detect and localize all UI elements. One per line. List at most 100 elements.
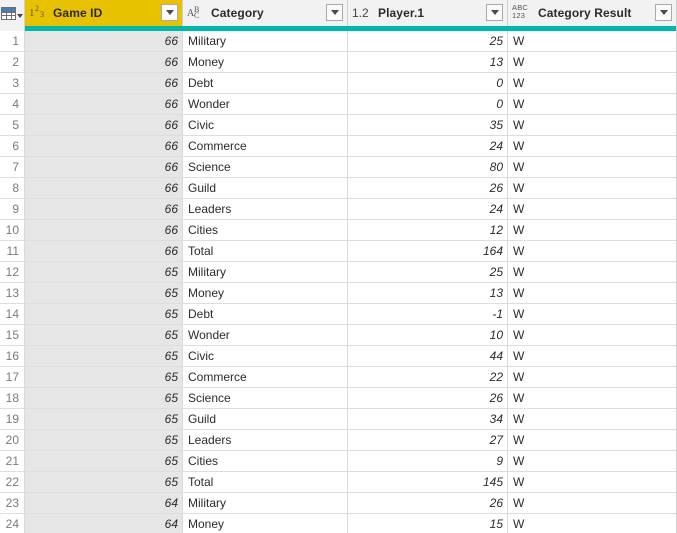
cell-player-1[interactable]: 0 xyxy=(348,94,508,114)
cell-player-1[interactable]: 12 xyxy=(348,220,508,240)
cell-category-result[interactable]: W xyxy=(508,367,676,387)
table-row[interactable]: 15 65 Wonder 10 W xyxy=(0,325,676,346)
cell-game-id[interactable]: 64 xyxy=(25,493,183,513)
cell-game-id[interactable]: 66 xyxy=(25,241,183,261)
cell-player-1[interactable]: 25 xyxy=(348,262,508,282)
table-row[interactable]: 6 66 Commerce 24 W xyxy=(0,136,676,157)
cell-category-result[interactable]: W xyxy=(508,31,676,51)
cell-game-id[interactable]: 66 xyxy=(25,157,183,177)
cell-category-result[interactable]: W xyxy=(508,220,676,240)
cell-category[interactable]: Science xyxy=(183,157,348,177)
cell-player-1[interactable]: 80 xyxy=(348,157,508,177)
cell-category[interactable]: Money xyxy=(183,52,348,72)
table-row[interactable]: 24 64 Money 15 W xyxy=(0,514,676,533)
cell-player-1[interactable]: 13 xyxy=(348,283,508,303)
cell-player-1[interactable]: 10 xyxy=(348,325,508,345)
table-row[interactable]: 3 66 Debt 0 W xyxy=(0,73,676,94)
cell-category-result[interactable]: W xyxy=(508,73,676,93)
cell-category[interactable]: Cities xyxy=(183,451,348,471)
cell-category[interactable]: Guild xyxy=(183,409,348,429)
filter-dropdown-category[interactable] xyxy=(326,4,343,21)
cell-category-result[interactable]: W xyxy=(508,178,676,198)
cell-category-result[interactable]: W xyxy=(508,52,676,72)
cell-game-id[interactable]: 66 xyxy=(25,31,183,51)
cell-category[interactable]: Money xyxy=(183,514,348,533)
cell-category[interactable]: Wonder xyxy=(183,325,348,345)
cell-category-result[interactable]: W xyxy=(508,199,676,219)
cell-player-1[interactable]: 24 xyxy=(348,199,508,219)
cell-player-1[interactable]: 27 xyxy=(348,430,508,450)
cell-player-1[interactable]: 25 xyxy=(348,31,508,51)
cell-category[interactable]: Commerce xyxy=(183,367,348,387)
table-row[interactable]: 23 64 Military 26 W xyxy=(0,493,676,514)
cell-game-id[interactable]: 65 xyxy=(25,451,183,471)
cell-category-result[interactable]: W xyxy=(508,136,676,156)
table-row[interactable]: 19 65 Guild 34 W xyxy=(0,409,676,430)
cell-game-id[interactable]: 66 xyxy=(25,199,183,219)
cell-player-1[interactable]: 26 xyxy=(348,388,508,408)
cell-player-1[interactable]: 26 xyxy=(348,493,508,513)
cell-category[interactable]: Guild xyxy=(183,178,348,198)
table-row[interactable]: 18 65 Science 26 W xyxy=(0,388,676,409)
table-row[interactable]: 5 66 Civic 35 W xyxy=(0,115,676,136)
table-row[interactable]: 20 65 Leaders 27 W xyxy=(0,430,676,451)
cell-player-1[interactable]: 34 xyxy=(348,409,508,429)
cell-category[interactable]: Military xyxy=(183,31,348,51)
column-header-category-result[interactable]: ABC 123 Category Result xyxy=(508,0,676,26)
cell-game-id[interactable]: 66 xyxy=(25,52,183,72)
table-row[interactable]: 16 65 Civic 44 W xyxy=(0,346,676,367)
cell-game-id[interactable]: 65 xyxy=(25,472,183,492)
cell-game-id[interactable]: 65 xyxy=(25,409,183,429)
table-row[interactable]: 12 65 Military 25 W xyxy=(0,262,676,283)
cell-player-1[interactable]: 9 xyxy=(348,451,508,471)
table-row[interactable]: 4 66 Wonder 0 W xyxy=(0,94,676,115)
cell-game-id[interactable]: 65 xyxy=(25,304,183,324)
cell-player-1[interactable]: 22 xyxy=(348,367,508,387)
cell-category-result[interactable]: W xyxy=(508,94,676,114)
cell-player-1[interactable]: 15 xyxy=(348,514,508,533)
cell-category[interactable]: Military xyxy=(183,262,348,282)
cell-game-id[interactable]: 65 xyxy=(25,325,183,345)
cell-category[interactable]: Leaders xyxy=(183,199,348,219)
grid-corner-button[interactable] xyxy=(0,0,25,26)
filter-dropdown-player-1[interactable] xyxy=(486,4,503,21)
cell-category-result[interactable]: W xyxy=(508,430,676,450)
cell-player-1[interactable]: 145 xyxy=(348,472,508,492)
cell-category-result[interactable]: W xyxy=(508,157,676,177)
filter-dropdown-category-result[interactable] xyxy=(655,4,672,21)
cell-category-result[interactable]: W xyxy=(508,451,676,471)
cell-game-id[interactable]: 65 xyxy=(25,367,183,387)
cell-game-id[interactable]: 65 xyxy=(25,388,183,408)
cell-game-id[interactable]: 64 xyxy=(25,514,183,533)
cell-player-1[interactable]: 13 xyxy=(348,52,508,72)
cell-category[interactable]: Total xyxy=(183,472,348,492)
table-row[interactable]: 21 65 Cities 9 W xyxy=(0,451,676,472)
table-row[interactable]: 17 65 Commerce 22 W xyxy=(0,367,676,388)
table-row[interactable]: 14 65 Debt -1 W xyxy=(0,304,676,325)
cell-category-result[interactable]: W xyxy=(508,325,676,345)
column-header-category[interactable]: ABC Category xyxy=(183,0,348,26)
table-row[interactable]: 9 66 Leaders 24 W xyxy=(0,199,676,220)
cell-player-1[interactable]: 164 xyxy=(348,241,508,261)
table-row[interactable]: 11 66 Total 164 W xyxy=(0,241,676,262)
cell-category-result[interactable]: W xyxy=(508,472,676,492)
cell-game-id[interactable]: 66 xyxy=(25,136,183,156)
cell-category-result[interactable]: W xyxy=(508,409,676,429)
cell-game-id[interactable]: 66 xyxy=(25,220,183,240)
cell-category-result[interactable]: W xyxy=(508,115,676,135)
table-row[interactable]: 7 66 Science 80 W xyxy=(0,157,676,178)
cell-category[interactable]: Wonder xyxy=(183,94,348,114)
table-row[interactable]: 22 65 Total 145 W xyxy=(0,472,676,493)
cell-category[interactable]: Cities xyxy=(183,220,348,240)
table-row[interactable]: 2 66 Money 13 W xyxy=(0,52,676,73)
cell-category[interactable]: Civic xyxy=(183,346,348,366)
cell-player-1[interactable]: 24 xyxy=(348,136,508,156)
table-row[interactable]: 1 66 Military 25 W xyxy=(0,31,676,52)
cell-category-result[interactable]: W xyxy=(508,388,676,408)
cell-category-result[interactable]: W xyxy=(508,241,676,261)
cell-game-id[interactable]: 66 xyxy=(25,178,183,198)
cell-game-id[interactable]: 65 xyxy=(25,346,183,366)
cell-category[interactable]: Leaders xyxy=(183,430,348,450)
cell-category-result[interactable]: W xyxy=(508,283,676,303)
column-header-player-1[interactable]: 1.2 Player.1 xyxy=(348,0,508,26)
